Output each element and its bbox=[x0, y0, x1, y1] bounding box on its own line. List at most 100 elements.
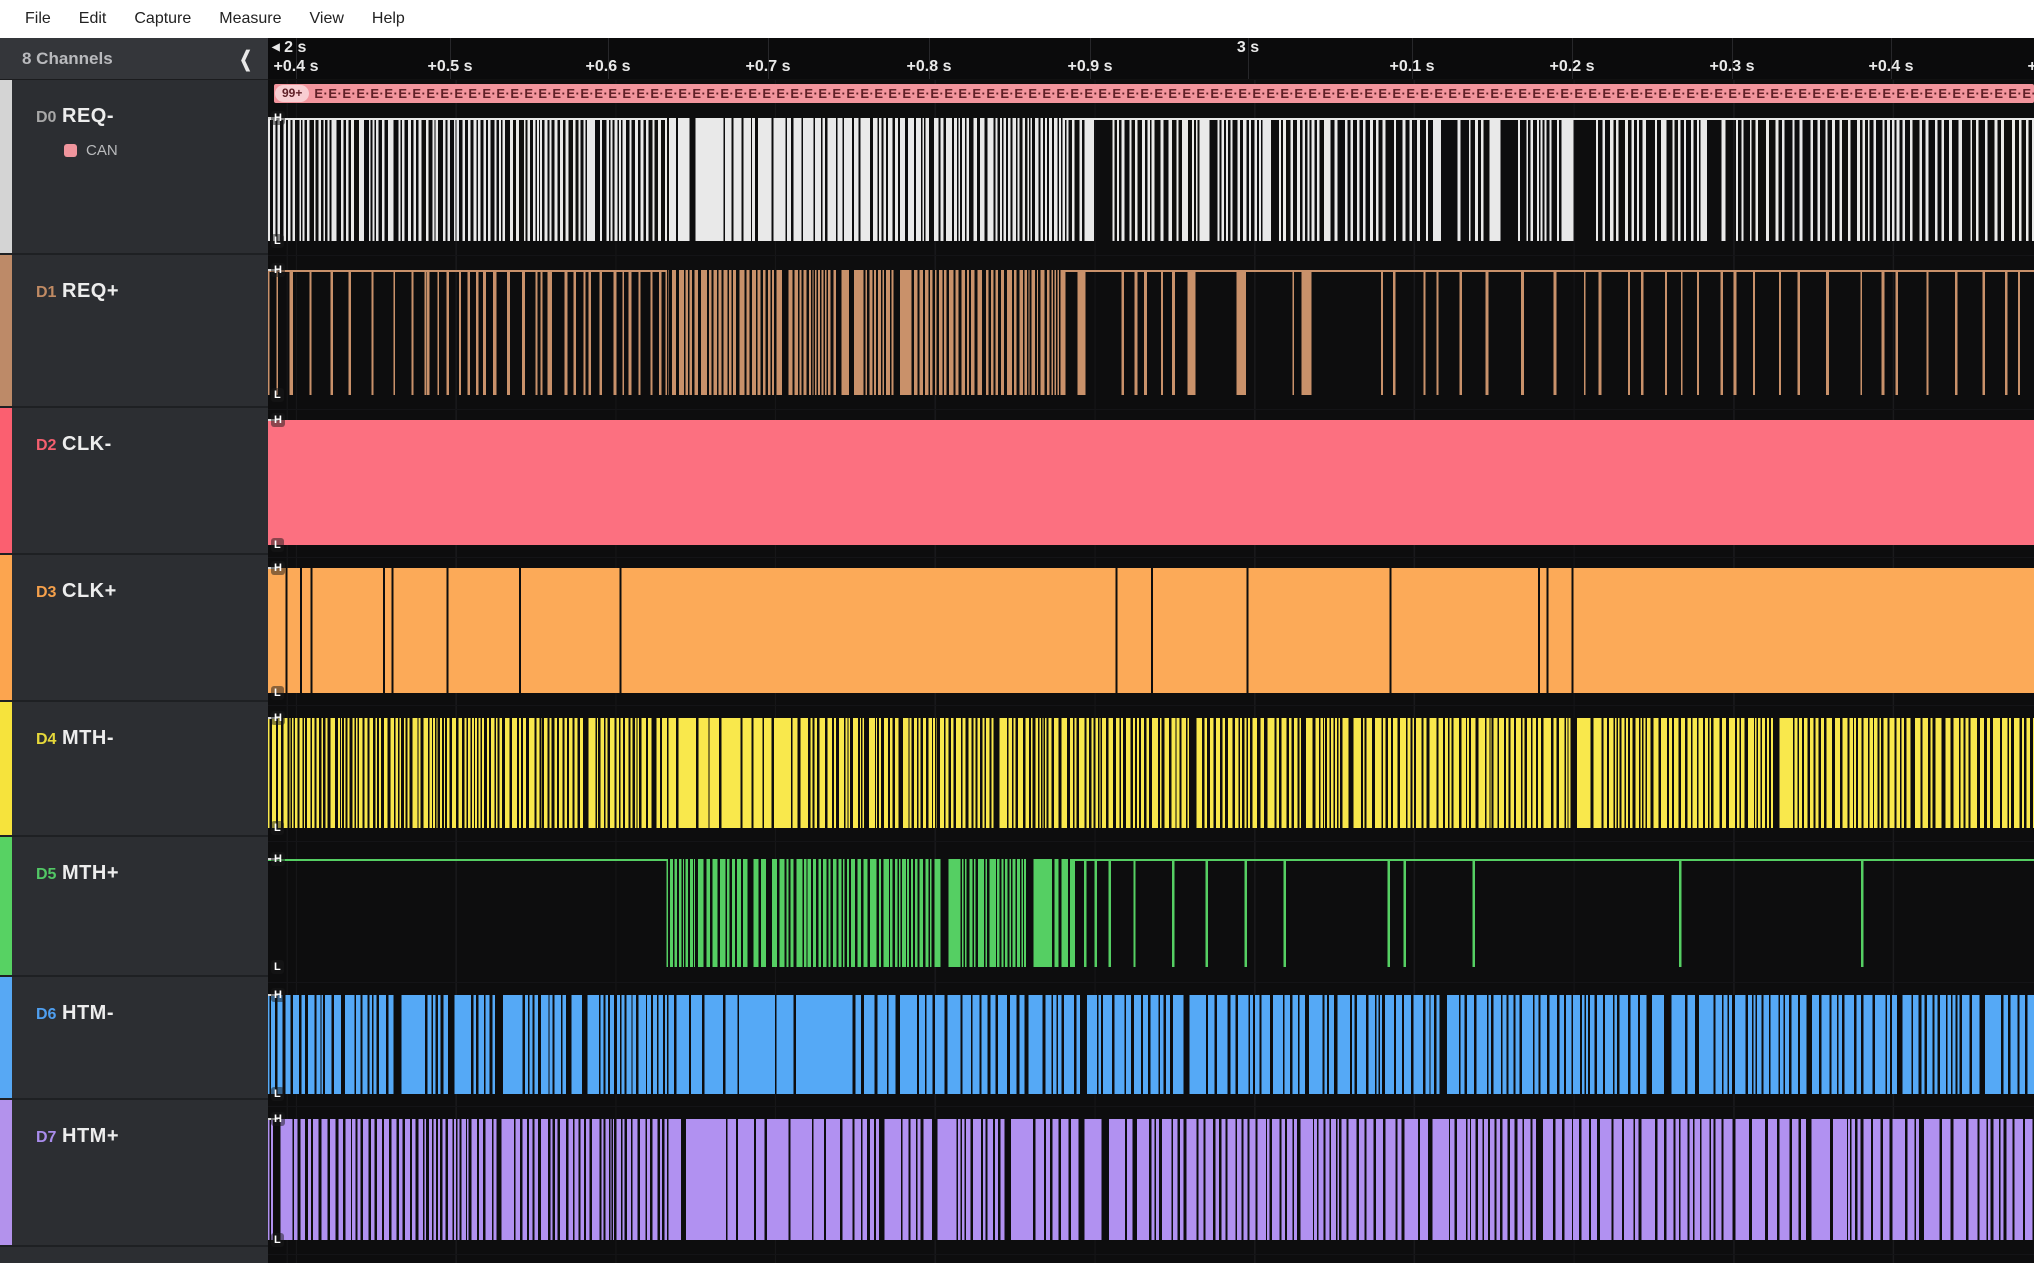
sidebar-channel-list: D0REQ-CAND1REQ+D2CLK-D3CLK+D4MTH-D5MTH+D… bbox=[0, 80, 268, 1263]
channel-name-label: REQ- bbox=[62, 105, 114, 128]
analyzer-results-row[interactable]: 99+ E·E·E·E·E·E·E·E·E·E·E·E·E·E·E·E·E·E·E… bbox=[274, 84, 2034, 103]
channel-id-label: D4 bbox=[36, 731, 56, 749]
digital-waveform-d4[interactable] bbox=[268, 718, 2034, 828]
channel-count-label: 8 Channels bbox=[22, 49, 113, 69]
digital-waveform-d7[interactable] bbox=[268, 1119, 2034, 1240]
timeline-minor-label: +0.7 s bbox=[746, 58, 791, 76]
low-marker: L bbox=[271, 1233, 284, 1247]
timeline-minor-label: +0.9 s bbox=[1068, 58, 1113, 76]
high-marker: H bbox=[271, 561, 285, 575]
waveform-row-d6[interactable]: HL bbox=[268, 983, 2034, 1107]
high-marker: H bbox=[271, 988, 285, 1002]
channel-color-strip bbox=[0, 255, 12, 406]
analyzer-item-can[interactable]: CAN bbox=[64, 142, 118, 159]
sidebar-channel-d3[interactable]: D3 CLK+ bbox=[0, 555, 268, 702]
channel-name-label: REQ+ bbox=[62, 280, 119, 303]
channel-color-strip bbox=[0, 80, 12, 253]
sidebar-header: 8 Channels ❮ bbox=[0, 38, 268, 80]
menu-item-edit[interactable]: Edit bbox=[66, 6, 120, 32]
low-marker: L bbox=[271, 686, 284, 700]
waveform-row-d2[interactable]: HL bbox=[268, 410, 2034, 558]
digital-waveform-d6[interactable] bbox=[268, 995, 2034, 1094]
low-marker: L bbox=[271, 1087, 284, 1101]
analyzer-color-swatch bbox=[64, 144, 77, 157]
sidebar-channel-d7[interactable]: D7 HTM+ bbox=[0, 1100, 268, 1247]
menu-bar: FileEditCaptureMeasureViewHelp bbox=[0, 0, 2034, 38]
left-triangle-icon: ◀ bbox=[272, 42, 280, 53]
timeline-minor-label: +0.6 s bbox=[586, 58, 631, 76]
waveform-row-d5[interactable]: HL bbox=[268, 842, 2034, 983]
channel-id-label: D1 bbox=[36, 284, 56, 302]
logic-analyzer-app: FileEditCaptureMeasureViewHelp 8 Channel… bbox=[0, 0, 2034, 1263]
timeline-minor-label: +0.2 s bbox=[1550, 58, 1595, 76]
channel-name-label: MTH+ bbox=[62, 862, 119, 885]
waveform-column: ◀ 2 s 3 s +0.4 s +0.5 s +0.6 s +0.7 s +0.8 s +0… bbox=[268, 38, 2034, 1263]
timeline-minor-label: +0.3 s bbox=[1710, 58, 1755, 76]
channel-name-label: CLK+ bbox=[62, 580, 117, 603]
waveform-row-d4[interactable]: HL bbox=[268, 706, 2034, 842]
timeline-minor-label: +0.8 s bbox=[907, 58, 952, 76]
sidebar-channel-d2[interactable]: D2 CLK- bbox=[0, 408, 268, 555]
main-area: 8 Channels ❮ D0 REQ- CAN D1 REQ+ D2 CLK- D3 CLK+… bbox=[0, 38, 2034, 1263]
menu-item-capture[interactable]: Capture bbox=[121, 6, 204, 32]
low-marker: L bbox=[271, 821, 284, 835]
waveform-row-d0[interactable]: HL bbox=[268, 80, 2034, 256]
timeline-header[interactable]: ◀ 2 s 3 s +0.4 s +0.5 s +0.6 s +0.7 s +0.8 s +0… bbox=[268, 38, 2034, 80]
sidebar-channel-d6[interactable]: D6 HTM- bbox=[0, 977, 268, 1100]
digital-waveform-d2[interactable] bbox=[268, 420, 2034, 545]
channel-id-label: D0 bbox=[36, 109, 56, 127]
channels-sidebar: 8 Channels ❮ D0 REQ- CAN D1 REQ+ D2 CLK- D3 CLK+… bbox=[0, 38, 268, 1263]
channel-id-label: D3 bbox=[36, 584, 56, 602]
sidebar-channel-d0[interactable]: D0 REQ- CAN bbox=[0, 80, 268, 255]
high-marker: H bbox=[271, 413, 285, 427]
channel-color-strip bbox=[0, 555, 12, 700]
channel-id-label: D7 bbox=[36, 1129, 56, 1147]
analyzer-label: CAN bbox=[86, 142, 118, 159]
error-count-badge: 99+ bbox=[275, 85, 309, 102]
digital-waveform-d0[interactable] bbox=[268, 118, 2034, 241]
menu-item-view[interactable]: View bbox=[297, 6, 357, 32]
high-marker: H bbox=[271, 711, 285, 725]
error-marker-track: E·E·E·E·E·E·E·E·E·E·E·E·E·E·E·E·E·E·E·E·… bbox=[314, 86, 2034, 101]
timeline-minor-label: +0.1 s bbox=[1390, 58, 1435, 76]
waveform-rows: HLHLHLHLHLHLHLHL99+E·E·E·E·E·E·E·E·E·E·E… bbox=[268, 80, 2034, 1263]
sidebar-channel-d5[interactable]: D5 MTH+ bbox=[0, 837, 268, 977]
digital-waveform-d1[interactable] bbox=[268, 270, 2034, 395]
channel-color-strip bbox=[0, 977, 12, 1098]
digital-waveform-d3[interactable] bbox=[268, 568, 2034, 693]
channel-id-label: D5 bbox=[36, 866, 56, 884]
channel-color-strip bbox=[0, 1100, 12, 1245]
digital-waveform-d5[interactable] bbox=[268, 859, 2034, 967]
low-marker: L bbox=[271, 538, 284, 552]
channel-name-label: HTM+ bbox=[62, 1125, 119, 1148]
channel-color-strip bbox=[0, 408, 12, 553]
sidebar-channel-d1[interactable]: D1 REQ+ bbox=[0, 255, 268, 408]
high-marker: H bbox=[271, 1112, 285, 1126]
chevron-left-icon[interactable]: ❮ bbox=[239, 46, 252, 71]
timeline-minor-label: +0.4 s bbox=[1869, 58, 1914, 76]
waveform-row-d7[interactable]: HL bbox=[268, 1107, 2034, 1255]
timeline-minor-label: +0.5 s bbox=[2028, 58, 2034, 76]
channel-color-strip bbox=[0, 702, 12, 835]
menu-item-measure[interactable]: Measure bbox=[206, 6, 294, 32]
low-marker: L bbox=[271, 388, 284, 402]
low-marker: L bbox=[271, 960, 284, 974]
timeline-minor-label: +0.5 s bbox=[428, 58, 473, 76]
timeline-major-label: 3 s bbox=[1237, 39, 1259, 57]
high-marker: H bbox=[271, 263, 285, 277]
timeline-anchor-label: ◀ 2 s bbox=[272, 39, 306, 57]
menu-item-help[interactable]: Help bbox=[359, 6, 418, 32]
menu-item-file[interactable]: File bbox=[12, 6, 64, 32]
high-marker: H bbox=[271, 852, 285, 866]
high-marker: H bbox=[271, 111, 285, 125]
waveform-row-d3[interactable]: HL bbox=[268, 558, 2034, 706]
waveform-row-d1[interactable]: HL bbox=[268, 256, 2034, 410]
channel-color-strip bbox=[0, 837, 12, 975]
timeline-minor-label: +0.4 s bbox=[274, 58, 319, 76]
sidebar-channel-d4[interactable]: D4MTH- bbox=[0, 702, 268, 837]
channel-name-label: CLK- bbox=[62, 433, 112, 456]
channel-name-label: HTM- bbox=[62, 1002, 114, 1025]
channel-id-label: D6 bbox=[36, 1006, 56, 1024]
channel-id-label: D2 bbox=[36, 437, 56, 455]
low-marker: L bbox=[271, 234, 284, 248]
